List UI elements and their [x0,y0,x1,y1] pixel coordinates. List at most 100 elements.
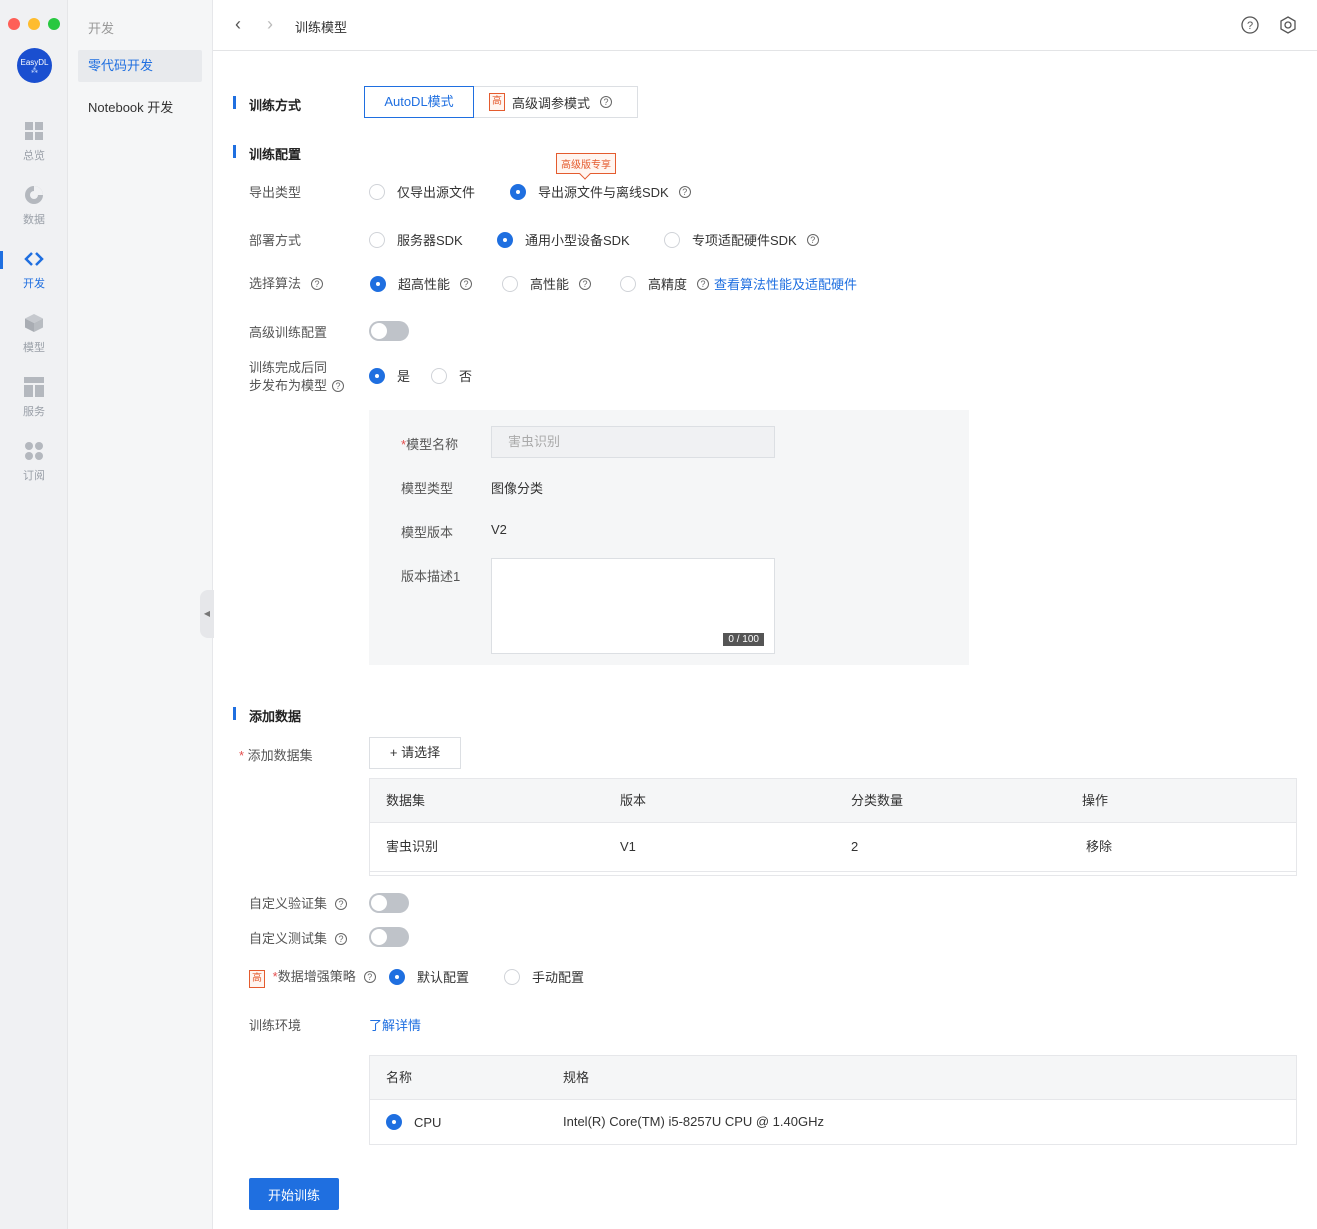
advanced-training-switch[interactable] [369,321,409,341]
help-icon[interactable]: ? [363,971,376,983]
radio-label: 超高性能 [398,277,451,292]
dataset-table: 数据集 版本 分类数量 操作 害虫识别 V1 2 移除 [369,778,1297,876]
tab-advanced-tuning-mode[interactable]: 高 高级调参模式 ? [474,86,638,118]
algo-high-performance-radio[interactable]: 高性能? [502,274,592,293]
custom-validation-switch[interactable] [369,893,409,913]
algorithm-label-text: 选择算法 [249,276,302,291]
radio-label: 是 [397,369,411,384]
help-icon[interactable]: ? [806,233,819,246]
advanced-training-label: 高级训练配置 [249,325,328,340]
dataset-label-text: 添加数据集 [247,748,313,763]
svg-text:?: ? [1247,20,1253,32]
section-title-training-config: 训练配置 [233,144,301,163]
dataset-label: * 添加数据集 [239,748,313,763]
publish-label-line1: 训练完成后同 [249,360,328,375]
rail-item-overview[interactable]: 总览 [0,121,68,163]
radio-dot [369,183,385,200]
close-window-button[interactable] [8,18,20,30]
add-dataset-button[interactable]: + 请选择 [369,737,461,769]
sidebar-item-zero-code[interactable]: 零代码开发 [78,50,202,82]
augmentation-default-radio[interactable]: 默认配置 [389,967,469,986]
column-header: 规格 [563,1070,590,1085]
publish-no-radio[interactable]: 否 [431,366,472,385]
radio-label: CPU [414,1114,442,1130]
radio-label: 服务器SDK [397,233,463,248]
algorithm-label: 选择算法? [249,273,324,292]
column-header: 版本 [620,793,647,808]
radio-label: 导出源文件与离线SDK [538,185,669,200]
forward-arrow-icon[interactable]: › [267,14,283,34]
env-cpu-radio[interactable]: CPU [386,1114,441,1130]
rail-item-develop[interactable]: 开发 [0,249,68,291]
help-icon[interactable]: ? [332,380,345,392]
custom-test-switch[interactable] [369,927,409,947]
cube-icon [25,314,43,332]
deploy-small-device-sdk-radio[interactable]: 通用小型设备SDK [497,230,630,249]
minimize-window-button[interactable] [28,18,40,30]
radio-dot [502,275,518,292]
algorithm-performance-link[interactable]: 查看算法性能及适配硬件 [714,274,857,293]
grid-icon [25,122,43,140]
model-name-label-text: 模型名称 [406,437,459,452]
algo-ultra-performance-radio[interactable]: 超高性能? [370,274,473,293]
column-header: 数据集 [386,793,426,808]
help-icon[interactable]: ? [600,96,613,108]
publish-label-line2: 步发布为模型 [249,378,328,393]
table-row: 害虫识别 V1 2 移除 [370,823,1296,871]
deploy-method-label: 部署方式 [249,233,302,248]
page-title: 训练模型 [295,20,348,35]
deploy-hardware-sdk-radio[interactable]: 专项适配硬件SDK? [664,230,819,249]
rail-item-service[interactable]: 服务 [0,377,68,419]
help-icon[interactable]: ? [697,277,710,290]
radio-label: 手动配置 [532,970,585,985]
version-desc-label: 版本描述1 [401,569,461,584]
help-icon[interactable]: ? [678,185,691,198]
help-icon[interactable]: ? [311,278,324,290]
env-spec-cell: Intel(R) Core(TM) i5-8257U CPU @ 1.40GHz [563,1114,824,1129]
collapse-sidebar-handle[interactable]: ◀ [200,590,214,638]
column-header: 操作 [1082,793,1109,808]
column-header: 分类数量 [851,793,904,808]
help-icon[interactable]: ? [335,898,348,910]
tab-autodl-mode[interactable]: AutoDL模式 [364,86,474,118]
export-source-sdk-radio[interactable]: 导出源文件与离线SDK? [510,182,691,201]
export-source-only-radio[interactable]: 仅导出源文件 [369,182,475,201]
learn-more-link[interactable]: 了解详情 [369,1015,421,1034]
help-icon[interactable]: ? [579,277,592,290]
env-table: 名称 规格 CPU Intel(R) Core(TM) i5-8257U CPU… [369,1055,1297,1145]
help-icon[interactable]: ? [1241,16,1259,34]
radio-dot [504,968,520,985]
radio-label: 高精度 [648,277,688,292]
version-desc-textarea[interactable]: 0 / 100 [491,558,775,654]
model-name-input[interactable]: 害虫识别 [491,426,775,458]
help-icon[interactable]: ? [335,933,348,945]
table-header: 名称 规格 [370,1056,1296,1100]
remove-dataset-link[interactable]: 移除 [1086,823,1112,871]
deploy-server-sdk-radio[interactable]: 服务器SDK [369,230,463,249]
back-arrow-icon[interactable]: ‹ [235,14,251,34]
settings-icon[interactable] [1279,16,1297,34]
apps-icon [25,442,43,460]
sidebar-item-notebook[interactable]: Notebook 开发 [78,92,202,124]
start-training-button[interactable]: 开始训练 [249,1178,339,1210]
app-rail: EasyDL ⁂ 总览 数据 开发 模型 服务 订阅 [0,0,68,1229]
publish-yes-radio[interactable]: 是 [369,366,410,385]
publish-model-label: 训练完成后同 步发布为模型? [249,359,345,395]
algo-high-accuracy-radio[interactable]: 高精度? [620,274,710,293]
help-icon[interactable]: ? [460,277,473,290]
sidebar-header: 开发 [88,21,115,36]
main-content: 训练方式 AutoDL模式 高 高级调参模式 ? 训练配置 高级版专享 导出类型… [213,51,1317,1229]
table-row[interactable]: CPU Intel(R) Core(TM) i5-8257U CPU @ 1.4… [370,1100,1296,1144]
radio-label: 否 [459,369,473,384]
model-type-label: 模型类型 [401,481,454,496]
model-type-value: 图像分类 [491,481,544,496]
rail-item-subscribe[interactable]: 订阅 [0,441,68,483]
rail-item-data[interactable]: 数据 [0,185,68,227]
custom-validation-label: 自定义验证集? [249,893,348,912]
top-bar: ‹ › 训练模型 ? [213,0,1317,51]
rail-item-model[interactable]: 模型 [0,313,68,355]
radio-dot [510,183,526,200]
maximize-window-button[interactable] [48,18,60,30]
premium-tooltip: 高级版专享 [556,153,616,174]
augmentation-manual-radio[interactable]: 手动配置 [504,967,584,986]
